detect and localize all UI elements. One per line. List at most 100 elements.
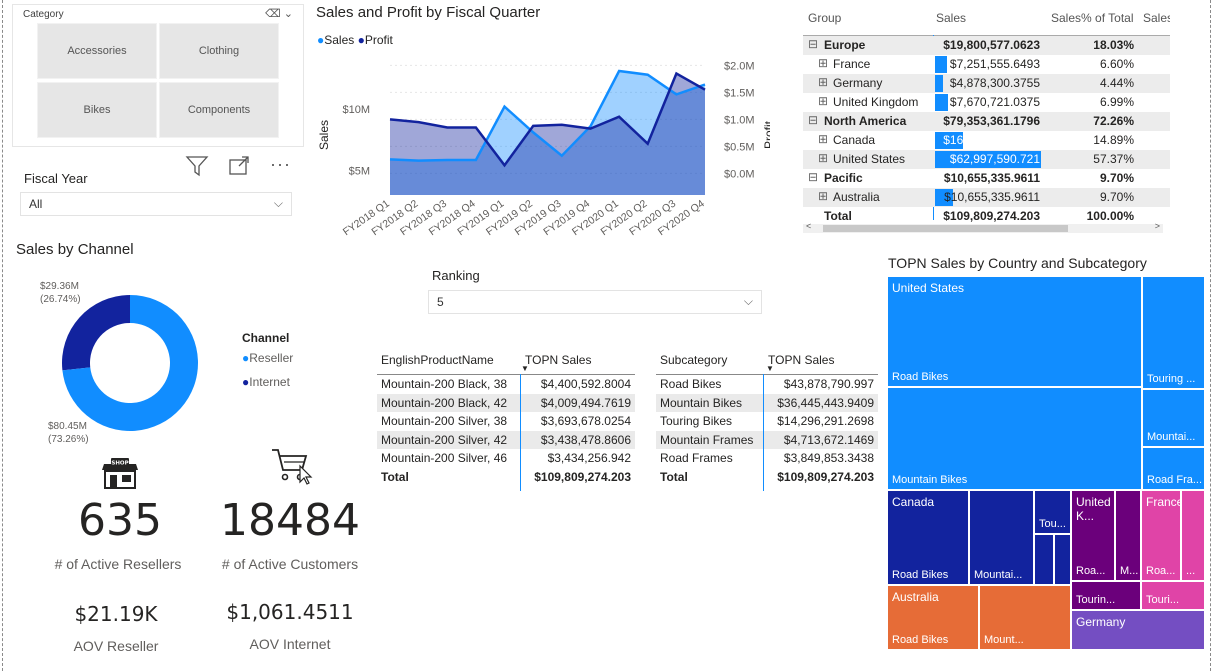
treemap-uk-touring[interactable]: Tourin... <box>1071 581 1141 610</box>
expand-icon[interactable]: ⊞ <box>818 132 828 146</box>
treemap-us-road[interactable]: United States Road Bikes <box>887 276 1142 387</box>
treemap-ca-road[interactable]: Canada Road Bikes <box>887 490 969 585</box>
treemap-label-uk-touring: Tourin... <box>1076 594 1116 606</box>
expand-icon[interactable]: ⊞ <box>818 56 828 70</box>
matrix-row[interactable]: ⊞ United Kingdom $7,670,721.0375 6.99% <box>803 93 1170 112</box>
treemap-us-touring[interactable]: Touring ... <box>1142 276 1205 389</box>
donut-reseller-value: $80.45M <box>48 421 87 432</box>
matrix-scrollbar[interactable]: < > <box>803 221 1163 233</box>
fiscal-year-label: Fiscal Year <box>24 171 88 186</box>
matrix-data-bar <box>935 94 948 111</box>
table-total-value: $109,809,274.203 <box>777 469 874 484</box>
table-row[interactable]: Mountain-200 Silver, 46 $3,434,256.942 <box>377 449 635 468</box>
treemap-ca-cell[interactable] <box>1034 534 1054 585</box>
table-cell-name: Mountain Frames <box>660 432 754 447</box>
subcategory-header-name[interactable]: Subcategory <box>660 353 727 367</box>
treemap-us-road-frames[interactable]: Road Fra... <box>1142 447 1205 490</box>
aov-internet-label: AOV Internet <box>249 636 331 652</box>
matrix-total-label: Total <box>824 209 852 223</box>
matrix-row[interactable]: ⊞ France $7,251,555.6493 6.60% <box>803 55 1170 74</box>
treemap-label-au-mountain: Mount... <box>984 634 1024 646</box>
treemap-label-us-road-frames: Road Fra... <box>1147 474 1203 486</box>
treemap-uk-road[interactable]: United K... Roa... <box>1071 490 1115 581</box>
aov-reseller-label: AOV Reseller <box>73 638 159 654</box>
matrix-row[interactable]: ⊟ North America $79,353,361.1796 72.26% <box>803 112 1170 131</box>
treemap-au-mountain[interactable]: Mount... <box>979 585 1071 650</box>
table-row[interactable]: Mountain-200 Silver, 42 $3,438,478.8606 <box>377 430 635 449</box>
expand-icon[interactable]: ⊞ <box>818 75 828 89</box>
table-total-label: Total <box>381 469 409 484</box>
matrix-row[interactable]: ⊞ Australia $10,655,335.9611 9.70% <box>803 188 1170 207</box>
treemap-fr-mountain[interactable]: ... <box>1181 490 1205 581</box>
fiscal-year-dropdown[interactable]: All ⌵ <box>20 192 292 216</box>
filter-icon[interactable] <box>185 155 209 182</box>
matrix-row-pct: 6.60% <box>1099 57 1134 71</box>
products-header-name[interactable]: EnglishProductName <box>381 353 494 367</box>
eraser-icon[interactable]: ⌫ <box>265 8 281 20</box>
chevron-down-icon[interactable]: ⌄ <box>284 8 293 20</box>
ranking-dropdown[interactable]: 5 ⌵ <box>428 290 762 314</box>
collapse-icon[interactable]: ⊟ <box>808 170 818 184</box>
products-header-sales[interactable]: TOPN Sales <box>525 353 591 367</box>
expand-icon[interactable]: ⊞ <box>818 94 828 108</box>
table-row[interactable]: Road Bikes $43,878,790.997 <box>656 375 878 394</box>
treemap-us-mtn-frames[interactable]: Mountai... <box>1142 389 1205 447</box>
y2-axis-title: Profit <box>762 120 770 149</box>
table-row[interactable]: Mountain-200 Black, 38 $4,400,592.8004 <box>377 375 635 394</box>
treemap-label-ca: Canada <box>892 495 935 509</box>
table-row[interactable]: Mountain-200 Black, 42 $4,009,494.7619 <box>377 393 635 412</box>
expand-icon[interactable]: ⊞ <box>818 189 828 203</box>
matrix-row-name: Europe <box>824 38 866 52</box>
more-options-icon[interactable]: ··· <box>270 154 291 175</box>
matrix-row-pct: 14.89% <box>1093 133 1134 147</box>
y-tick-label: $10M <box>342 104 370 116</box>
table-cell-name: Mountain Bikes <box>660 395 743 410</box>
treemap-au-road[interactable]: Australia Road Bikes <box>887 585 979 650</box>
table-row[interactable]: Mountain-200 Silver, 38 $3,693,678.0254 <box>377 412 635 431</box>
matrix-header-sales: Sales <box>936 11 967 25</box>
matrix-row[interactable]: ⊟ Pacific $10,655,335.9611 9.70% <box>803 169 1170 188</box>
treemap-ca-touring[interactable]: Tou... <box>1034 490 1071 534</box>
collapse-icon[interactable]: ⊟ <box>808 37 818 51</box>
matrix-row[interactable]: ⊞ Germany $4,878,300.3755 4.44% <box>803 74 1170 93</box>
table-row[interactable]: Touring Bikes $14,296,291.2698 <box>656 412 878 431</box>
y2-tick-label: $1.5M <box>724 87 755 99</box>
y2-tick-label: $0.5M <box>724 141 755 153</box>
sales-profit-chart: $5M$10M$0.0M$0.5M$1.0M$1.5M$2.0MFY2018 Q… <box>317 60 770 238</box>
matrix-row-pct: 18.03% <box>1093 38 1134 52</box>
donut-internet-value: $29.36M <box>40 281 79 292</box>
table-cell-name: Road Frames <box>660 451 733 466</box>
table-cell-value: $43,878,790.997 <box>783 377 874 392</box>
table-row[interactable]: Mountain Bikes $36,445,443.9409 <box>656 393 878 412</box>
matrix-row[interactable]: ⊞ Canada $16,355,770.4586 14.89% <box>803 131 1170 150</box>
slicer-tools: ⌫ ⌄ <box>265 7 293 20</box>
matrix-row[interactable]: ⊞ United States $62,997,590.721 57.37% <box>803 150 1170 169</box>
treemap-label-ca-mountain: Mountai... <box>974 569 1023 581</box>
subcategory-header-sales[interactable]: TOPN Sales <box>768 353 834 367</box>
slicer-tile-bikes[interactable]: Bikes <box>37 82 157 138</box>
treemap-ca-cell[interactable] <box>1054 534 1071 585</box>
treemap-us-mountain[interactable]: Mountain Bikes <box>887 387 1142 490</box>
active-customers-label: # of Active Customers <box>221 556 359 572</box>
treemap: United States Road Bikes Mountain Bikes … <box>887 276 1205 650</box>
treemap-label-ca-touring: Tou... <box>1039 518 1066 530</box>
expand-icon[interactable]: ⊞ <box>818 151 828 165</box>
slicer-tile-components[interactable]: Components <box>159 82 279 138</box>
donut-reseller-pct: (73.26%) <box>48 434 89 445</box>
treemap-fr-road[interactable]: France Roa... <box>1141 490 1181 581</box>
slicer-tile-accessories[interactable]: Accessories <box>37 23 157 79</box>
treemap-fr-touring[interactable]: Touri... <box>1141 581 1205 610</box>
slicer-tile-clothing[interactable]: Clothing <box>159 23 279 79</box>
treemap-ca-mountain[interactable]: Mountai... <box>969 490 1034 585</box>
focus-mode-icon[interactable] <box>228 156 250 181</box>
table-row[interactable]: Mountain Frames $4,713,672.1469 <box>656 430 878 449</box>
treemap-uk-mountain[interactable]: M... <box>1115 490 1141 581</box>
active-resellers-label: # of Active Resellers <box>54 556 182 572</box>
table-row[interactable]: Road Frames $3,849,853.3438 <box>656 449 878 468</box>
collapse-icon[interactable]: ⊟ <box>808 113 818 127</box>
matrix-row[interactable]: ⊟ Europe $19,800,577.0623 18.03% <box>803 36 1170 55</box>
treemap-de[interactable]: Germany <box>1071 610 1205 650</box>
shop-icon: SHOP <box>99 456 141 495</box>
table-cell-name: Mountain-200 Silver, 46 <box>381 451 508 466</box>
donut-slice-internet[interactable] <box>62 295 130 371</box>
